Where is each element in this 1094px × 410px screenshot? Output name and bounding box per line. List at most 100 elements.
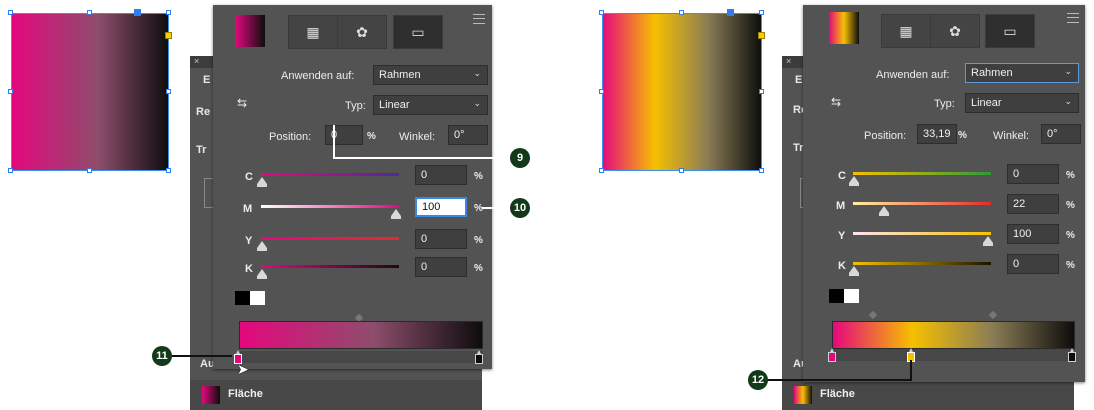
handle-mid-left[interactable] [8,89,13,94]
tab-color[interactable]: ✿ [930,14,980,48]
gradient-icon: ▭ [411,23,425,40]
position-input[interactable]: 33,19 [917,124,957,144]
tab-gradient[interactable]: ▭ [985,14,1035,48]
slider-c-track[interactable] [261,173,399,176]
gradient-midpoint-marker[interactable] [868,310,878,320]
callout-12-leader-h [765,379,912,381]
slider-c-track[interactable] [853,172,991,175]
handle-top-right[interactable] [166,10,171,15]
slider-m-input[interactable]: 22 [1007,194,1059,214]
handle-bottom-right[interactable] [166,168,171,173]
slider-y-input[interactable]: 0 [415,229,467,249]
right-frame-border [602,13,762,171]
slider-y-thumb[interactable] [257,241,267,251]
handle-top-right-anchor[interactable] [727,9,734,16]
gradient-stop-track[interactable] [832,349,1075,361]
handle-top-right[interactable] [759,10,764,15]
panel-menu-icon[interactable] [473,14,485,24]
position-input[interactable]: 0 [325,125,363,145]
handle-top-left[interactable] [8,10,13,15]
position-label: Position: [269,131,312,143]
color-icon: ✿ [949,22,961,39]
tab-gradient[interactable]: ▭ [393,15,443,49]
callout-12-leader-v [910,360,912,380]
angle-input[interactable]: 0° [1041,124,1081,144]
tab-color[interactable]: ✿ [337,15,387,49]
reverse-gradient-icon[interactable]: ⇆ [237,96,247,110]
slider-c-input[interactable]: 0 [1007,164,1059,184]
slider-y-track[interactable] [853,232,991,235]
gradient-stop-black[interactable] [1068,348,1076,362]
right-fill-row[interactable]: Fläche [782,380,1074,410]
callout-9-leader [333,125,335,158]
slider-m-label: M [243,203,253,215]
slider-y-input[interactable]: 100 [1007,224,1059,244]
gradient-preview-swatch[interactable] [829,12,859,44]
slider-k-thumb[interactable] [257,269,267,279]
handle-mid-right[interactable] [759,89,764,94]
apply-to-value: Rahmen [379,69,421,81]
slider-y-track[interactable] [261,237,399,240]
position-label: Position: [864,130,907,142]
handle-bottom-left[interactable] [8,168,13,173]
fill-stroke-swatch-icon[interactable] [235,291,265,305]
angle-input[interactable]: 0° [448,125,488,145]
callout-10-leader [482,207,512,209]
handle-out-port[interactable] [758,32,765,39]
slider-m-label: M [836,200,846,212]
type-dropdown[interactable]: Linear ⌄ [965,93,1079,113]
slider-m-thumb[interactable] [879,206,889,216]
slider-y-label: Y [838,230,846,242]
slider-k-track[interactable] [853,262,991,265]
left-gradient-panel: ▦ ✿ ▭ Anwenden auf: Rahmen ⌄ ⇆ Typ: Line… [213,5,492,377]
slider-c-thumb[interactable] [257,177,267,187]
callout-9: 9 [510,148,530,168]
handle-out-port[interactable] [165,32,172,39]
apply-to-dropdown[interactable]: Rahmen ⌄ [965,63,1079,83]
chevron-down-icon: ⌄ [1064,96,1072,106]
slider-c-label: C [245,171,253,183]
slider-c-thumb[interactable] [849,176,859,186]
angle-label: Winkel: [399,131,436,143]
type-value: Linear [379,99,410,111]
gradient-stop-track[interactable] [239,351,483,363]
gradient-ramp[interactable] [832,321,1075,349]
handle-top-mid[interactable] [679,10,684,15]
left-frame[interactable] [8,9,172,173]
handle-bottom-right[interactable] [759,168,764,173]
handle-mid-right[interactable] [166,89,171,94]
reverse-gradient-icon[interactable]: ⇆ [831,95,841,109]
gradient-midpoint-marker[interactable] [988,310,998,320]
slider-k-input[interactable]: 0 [415,257,467,277]
panel-menu-icon[interactable] [1067,13,1079,23]
fill-stroke-swatch-icon[interactable] [829,289,859,303]
tab-swatches[interactable]: ▦ [881,14,931,48]
slider-k-thumb[interactable] [849,266,859,276]
slider-c-unit: % [474,171,483,182]
right-frame[interactable] [599,9,765,173]
left-fill-row[interactable]: Fläche [190,380,482,410]
angle-value: 0° [454,129,465,141]
handle-bottom-left[interactable] [599,168,604,173]
slider-m-thumb[interactable] [391,209,401,219]
slider-y-thumb[interactable] [983,236,993,246]
gradient-stop-black[interactable] [475,350,483,364]
slider-m-track[interactable] [261,205,399,208]
gradient-stop-magenta[interactable] [828,348,836,362]
handle-bottom-mid[interactable] [679,168,684,173]
handle-mid-left[interactable] [599,89,604,94]
handle-top-right-anchor[interactable] [134,9,141,16]
gradient-ramp[interactable] [239,321,483,349]
slider-c-input[interactable]: 0 [415,165,467,185]
handle-top-left[interactable] [599,10,604,15]
apply-to-dropdown[interactable]: Rahmen ⌄ [373,65,488,85]
tab-swatches[interactable]: ▦ [288,15,338,49]
gradient-preview-swatch[interactable] [235,15,265,47]
slider-m-track[interactable] [853,202,991,205]
handle-top-mid[interactable] [87,10,92,15]
handle-bottom-mid[interactable] [87,168,92,173]
slider-k-track[interactable] [261,265,399,268]
type-dropdown[interactable]: Linear ⌄ [373,95,488,115]
slider-m-input[interactable]: 100 [415,197,467,217]
slider-k-input[interactable]: 0 [1007,254,1059,274]
